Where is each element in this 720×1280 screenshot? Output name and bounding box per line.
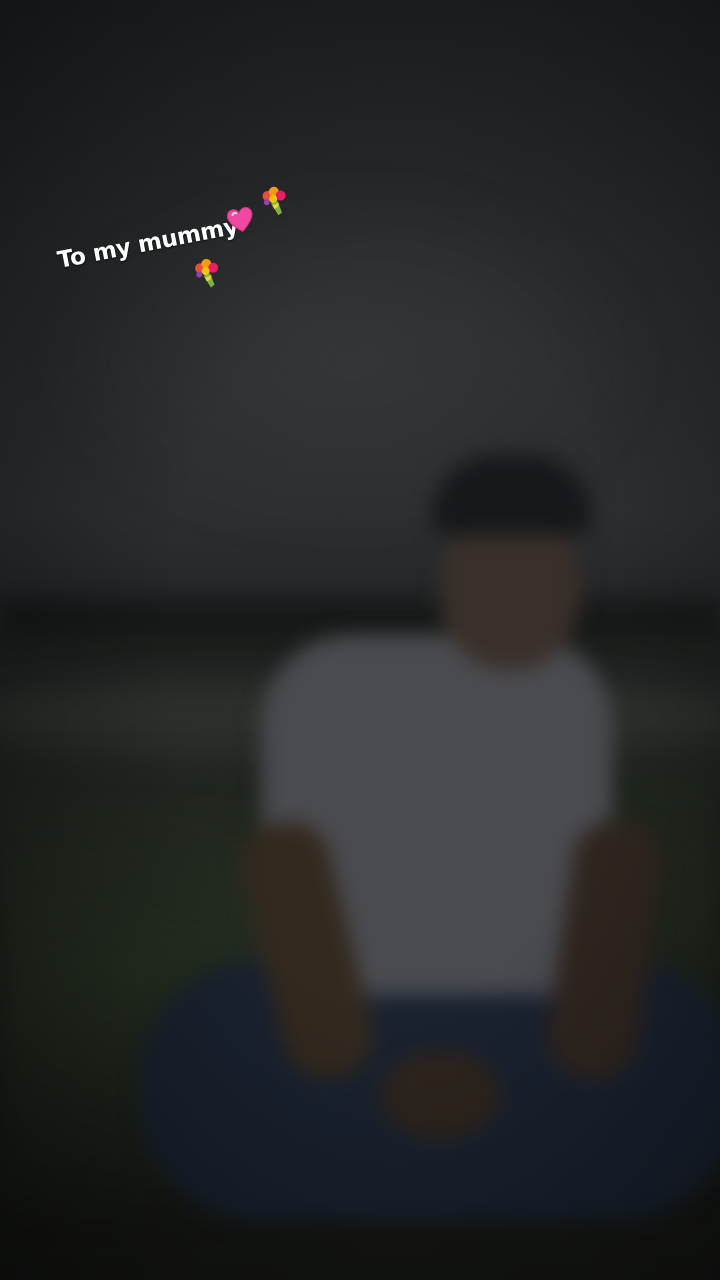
story-view[interactable]: To my mummy — [0, 0, 720, 1280]
bouquet-icon — [190, 256, 224, 293]
vignette-overlay — [0, 0, 720, 1280]
bouquet-icon — [258, 183, 292, 220]
pink-heart-icon — [223, 202, 258, 237]
